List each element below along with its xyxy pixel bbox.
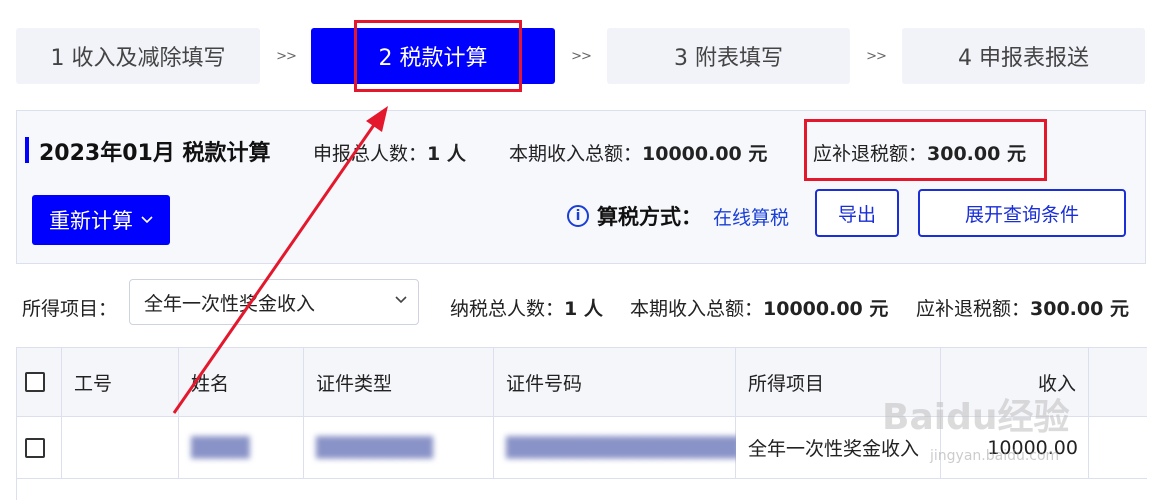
watermark-logo: Baidu经验 [882, 397, 1070, 438]
watermark-url: jingyan.baidu.com [930, 448, 1060, 464]
